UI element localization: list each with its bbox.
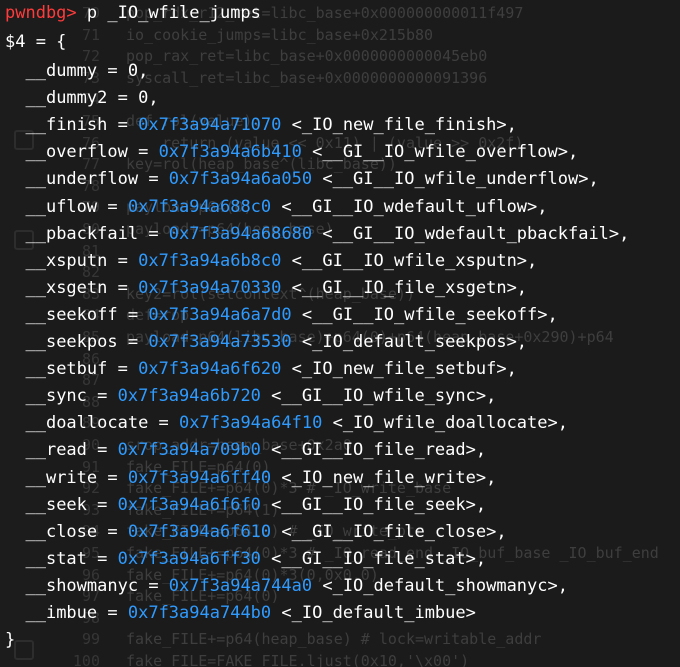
struct-field-line: __read = 0x7f3a94a709b0 <__GI__IO_file_r… [25, 440, 487, 461]
result-closing-brace: } [5, 630, 16, 651]
field-symbol: <_IO_default_imbue> [281, 603, 476, 623]
field-address: 0x7f3a94a6ff40 [127, 467, 272, 488]
field-name: __dummy [25, 61, 98, 81]
terminal-window[interactable]: 70 pop_rdx_r12_ret=libc_base+0x0000000000… [0, 0, 680, 667]
field-address: 0x7f3a94a71070 [138, 115, 282, 136]
field-name: __stat [25, 548, 87, 569]
field-symbol: <_IO_default_showmanyc>, [322, 575, 568, 596]
field-symbol: <__GI__IO_file_xsgetn>, [291, 277, 528, 298]
field-name: __finish [25, 115, 108, 136]
terminal-output[interactable]: pwndbg> p _IO_wfile_jumps $4 = { __dummy… [0, 0, 680, 667]
struct-field-line: __dummy = 0, [25, 61, 149, 81]
field-address: 0x7f3a94a6b720 [117, 386, 261, 407]
field-name: __dummy2 [25, 88, 108, 109]
field-symbol: <__GI__IO_wfile_sync>, [271, 386, 497, 407]
field-address: 0x7f3a94a6a050 [168, 169, 313, 190]
field-name: __read [25, 440, 87, 461]
struct-field-line: __imbue = 0x7f3a94a744b0 <_IO_default_im… [25, 603, 476, 623]
field-name: __underflow [25, 169, 139, 190]
field-symbol: <_IO_new_file_write>, [281, 467, 497, 488]
field-address: 0x7f3a94a64f10 [179, 413, 323, 434]
field-name: __write [25, 467, 98, 488]
field-value: 0, [127, 61, 149, 81]
field-address: 0x7f3a94a6f610 [127, 521, 272, 542]
field-symbol: <_IO_new_file_setbuf>, [291, 359, 517, 380]
field-address: 0x7f3a94a744b0 [127, 603, 272, 623]
field-symbol: <_IO_wfile_doallocate>, [332, 413, 568, 434]
field-value: 0, [138, 88, 159, 109]
field-address: 0x7f3a94a6f6f0 [117, 494, 261, 515]
struct-field-line: __doallocate = 0x7f3a94a64f10 <_IO_wfile… [25, 413, 568, 434]
struct-field-line: __write = 0x7f3a94a6ff40 <_IO_new_file_w… [25, 467, 497, 488]
field-address: 0x7f3a94a70330 [138, 277, 282, 298]
struct-field-line: __xsputn = 0x7f3a94a6b8c0 <__GI__IO_wfil… [25, 250, 538, 271]
struct-field-line: __sync = 0x7f3a94a6b720 <__GI__IO_wfile_… [25, 386, 497, 407]
field-name: __xsputn [25, 250, 108, 271]
field-symbol: <__GI__IO_wfile_xsputn>, [291, 250, 538, 271]
struct-field-line: __pbackfail = 0x7f3a94a68680 <__GI__IO_w… [25, 223, 630, 244]
pwndbg-prompt: pwndbg> [5, 3, 77, 23]
field-name: __setbuf [25, 359, 108, 380]
field-name: __sync [25, 386, 87, 407]
struct-field-line: __seek = 0x7f3a94a6f6f0 <__GI__IO_file_s… [25, 494, 487, 515]
field-address: 0x7f3a94a688c0 [127, 196, 272, 217]
field-symbol: <_IO_default_seekpos>, [301, 332, 528, 352]
field-name: __seekpos [25, 332, 118, 352]
struct-field-line: __overflow = 0x7f3a94a6b410 <__GI__IO_wf… [25, 142, 579, 163]
field-address: 0x7f3a94a744a0 [168, 575, 313, 596]
field-symbol: <__GI__IO_wfile_underflow>, [322, 169, 599, 190]
field-address: 0x7f3a94a73530 [148, 332, 292, 352]
struct-field-line: __underflow = 0x7f3a94a6a050 <__GI__IO_w… [25, 169, 599, 190]
field-address: 0x7f3a94a6f620 [138, 359, 282, 380]
field-address: 0x7f3a94a6ff30 [117, 548, 261, 569]
field-name: __seekoff [25, 304, 118, 325]
struct-field-line: __uflow = 0x7f3a94a688c0 <__GI__IO_wdefa… [25, 196, 548, 217]
field-address: 0x7f3a94a6a7d0 [148, 304, 292, 325]
field-name: __overflow [25, 142, 128, 163]
struct-field-line: __seekpos = 0x7f3a94a73530 <_IO_default_… [25, 332, 528, 352]
field-symbol: <__GI__IO_wdefault_uflow>, [281, 196, 548, 217]
struct-field-line: __close = 0x7f3a94a6f610 <__GI__IO_file_… [25, 521, 507, 542]
field-name: __close [25, 521, 98, 542]
field-address: 0x7f3a94a6b410 [158, 142, 302, 163]
field-address: 0x7f3a94a6b8c0 [138, 250, 282, 271]
field-address: 0x7f3a94a68680 [168, 223, 313, 244]
field-symbol: <__GI__IO_file_close>, [281, 521, 507, 542]
field-name: __showmanyc [25, 575, 139, 596]
field-symbol: <__GI__IO_wfile_seekoff>, [301, 304, 558, 325]
struct-field-line: __finish = 0x7f3a94a71070 <_IO_new_file_… [25, 115, 517, 136]
field-name: __xsgetn [25, 277, 108, 298]
result-header: $4 = { [5, 32, 67, 52]
struct-field-line: __stat = 0x7f3a94a6ff30 <__GI__IO_file_s… [25, 548, 487, 569]
command-line[interactable]: pwndbg> p _IO_wfile_jumps [5, 0, 261, 27]
struct-field-line: __showmanyc = 0x7f3a94a744a0 <_IO_defaul… [25, 575, 568, 596]
field-symbol: <__GI__IO_wfile_overflow>, [312, 142, 579, 163]
struct-field-line: __xsgetn = 0x7f3a94a70330 <__GI__IO_file… [25, 277, 528, 298]
field-symbol: <__GI__IO_file_read>, [271, 440, 487, 461]
field-name: __imbue [25, 603, 98, 623]
field-symbol: <__GI__IO_file_seek>, [271, 494, 487, 515]
field-name: __seek [25, 494, 87, 515]
field-name: __pbackfail [25, 223, 139, 244]
command-text: p _IO_wfile_jumps [86, 3, 261, 23]
struct-field-line: __seekoff = 0x7f3a94a6a7d0 <__GI__IO_wfi… [25, 304, 558, 325]
field-address: 0x7f3a94a709b0 [117, 440, 261, 461]
field-symbol: <__GI__IO_wdefault_pbackfail>, [322, 223, 630, 244]
struct-field-line: __setbuf = 0x7f3a94a6f620 <_IO_new_file_… [25, 359, 517, 380]
field-symbol: <_IO_new_file_finish>, [291, 115, 517, 136]
field-name: __uflow [25, 196, 98, 217]
struct-field-line: __dummy2 = 0, [25, 88, 159, 109]
field-name: __doallocate [25, 413, 149, 434]
field-symbol: <__GI__IO_file_stat>, [271, 548, 487, 569]
